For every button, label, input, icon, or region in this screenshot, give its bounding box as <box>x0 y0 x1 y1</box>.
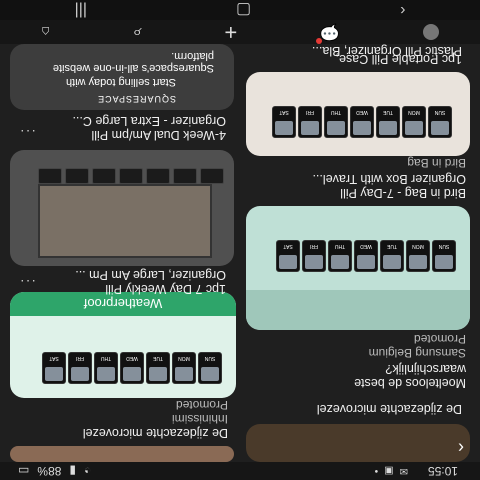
messages-icon[interactable]: 💬 <box>315 22 340 44</box>
home-icon[interactable]: ⌂ <box>41 24 49 40</box>
home-button-icon[interactable]: ▢ <box>236 0 251 20</box>
pin-title-line1: Moelteloos de beste <box>354 376 466 390</box>
pin-card-image[interactable]: SUN MON TUE WED THU FRI SAT <box>246 72 470 156</box>
more-options-icon[interactable]: ··· <box>19 274 36 290</box>
ad-body: Squarespace's all-in-one website platfor… <box>52 50 214 74</box>
status-right: ◔ ▮ 88% ▭ <box>18 464 91 478</box>
pin-title-line2: Organizer Box with Travel... <box>312 172 466 186</box>
promoted-label: Promoted <box>175 398 228 412</box>
back-icon[interactable]: ‹ <box>400 1 405 19</box>
pin-source: Bird in Bag <box>407 156 466 170</box>
search-icon[interactable]: ⌕ <box>133 23 142 41</box>
pill-organizer: SUN MON TUE WED THU FRI SAT <box>276 240 456 272</box>
pill-organizer: SUN MON TUE WED THU FRI SAT <box>42 352 222 384</box>
pin-card[interactable]: ‹ <box>246 424 470 462</box>
pin-title-line2: Organizer - Extra Large C... <box>72 114 226 128</box>
notification-icons: ✉ ▣ • <box>375 466 408 477</box>
brand-logo: SQUARESPACE <box>97 94 176 104</box>
pin-card-image[interactable]: SUN MON TUE WED THU FRI SAT <box>246 206 470 330</box>
clock: 10:55 <box>427 464 458 478</box>
ad-card[interactable]: SQUARESPACE Start selling today with Squ… <box>10 44 234 110</box>
keyboard-image <box>246 290 470 330</box>
pill-grid <box>38 168 224 184</box>
pin-card-image[interactable]: Weatherproof SUN MON TUE WED THU FRI SAT <box>10 292 236 398</box>
photo-icon: ▣ <box>384 465 394 477</box>
pin-title-line2: Organizer, Large Am Pm ... <box>75 268 226 282</box>
profile-icon[interactable] <box>422 24 439 40</box>
wifi-icon: ◔ <box>83 464 92 478</box>
pin-title-line1: 1pc 7 Day Weekly Pill <box>105 282 226 296</box>
pin-title-line2: waarschijnlijk? <box>385 362 466 376</box>
battery-label: 88% <box>37 464 62 478</box>
pin-title: De zijdezachte microvezel <box>82 426 228 440</box>
mail-icon: ✉ <box>399 465 408 477</box>
pin-title-line2: Plastic Pill Organizer, Bla... <box>311 44 462 58</box>
back-arrow-icon[interactable]: ‹ <box>458 437 464 458</box>
pill-organizer: SUN MON TUE WED THU FRI SAT <box>272 106 452 138</box>
notification-badge <box>315 38 322 44</box>
bottom-tab-bar: 💬 + ⌕ ⌂ <box>0 19 480 45</box>
recents-icon[interactable]: ||| <box>75 1 87 19</box>
pin-title-line1: Bird in Bag - 7-Day Pill <box>340 186 466 200</box>
screen: { "status": { "time": "10:55", "battery"… <box>0 0 480 480</box>
pin-card-image[interactable] <box>10 446 234 462</box>
pin-feed[interactable]: ‹ De zijdezachte microvezel Moelteloos d… <box>0 44 480 462</box>
ad-headline: Start selling today with <box>65 76 176 88</box>
signal-icon: ▮ <box>69 464 76 478</box>
add-icon[interactable]: + <box>224 19 237 45</box>
battery-icon: ▭ <box>18 464 30 478</box>
organizer-lid <box>38 184 212 258</box>
pin-subtitle: Inhinissimi <box>171 412 228 426</box>
more-options-icon[interactable]: ··· <box>19 124 36 140</box>
promoted-label: Promoted <box>413 332 466 346</box>
pin-card-image[interactable] <box>10 150 234 266</box>
pin-title: De zijdezachte microvezel <box>316 402 462 416</box>
system-nav-bar: ‹ ▢ ||| <box>0 0 480 20</box>
dot-icon: • <box>374 465 379 477</box>
advertiser-name: Samsung Belgium <box>368 346 466 360</box>
pin-title-line1: 4-Week Dual Am/pm Pill <box>91 128 226 142</box>
status-bar: 10:55 ✉ ▣ • ◔ ▮ 88% ▭ <box>0 462 480 480</box>
